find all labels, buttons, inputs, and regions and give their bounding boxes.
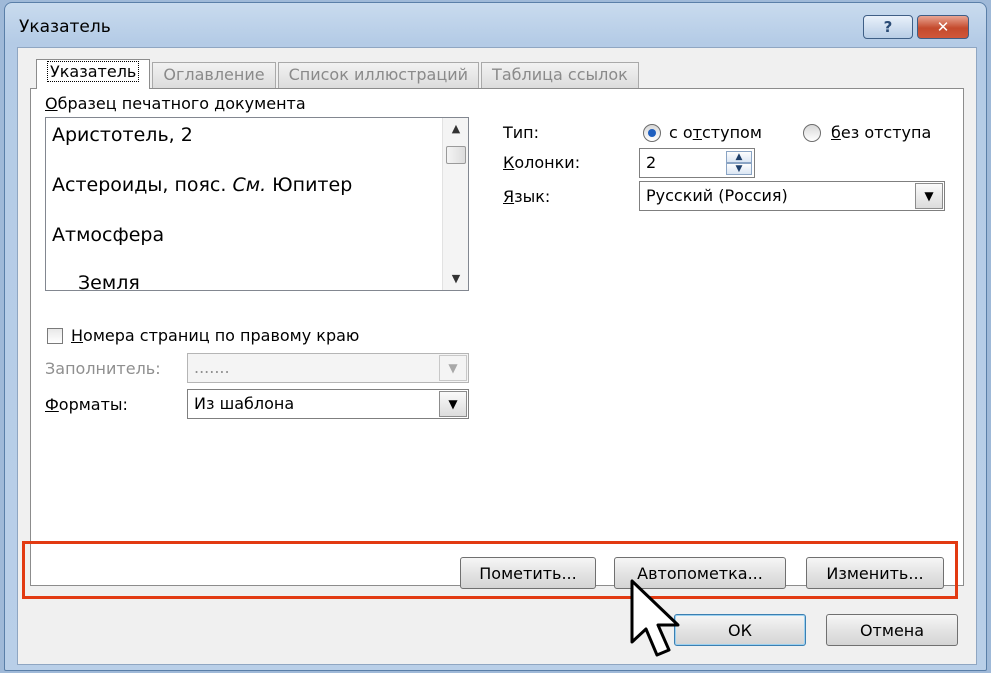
stepper-down-icon[interactable]: ▼ xyxy=(726,163,752,175)
modify-button[interactable]: Изменить... xyxy=(806,557,944,589)
print-preview-label: Образец печатного документа xyxy=(45,94,306,113)
close-icon[interactable]: ✕ xyxy=(917,15,969,39)
language-dropdown[interactable]: Русский (Россия) ▼ xyxy=(639,181,945,211)
mark-entry-button[interactable]: Пометить... xyxy=(460,557,596,589)
right-align-label[interactable]: Номера страниц по правому краю xyxy=(71,326,359,345)
formats-label: Форматы: xyxy=(45,395,128,414)
right-align-checkbox[interactable] xyxy=(47,328,63,344)
formats-dropdown[interactable]: Из шаблона ▼ xyxy=(187,389,469,419)
radio-indented-label[interactable]: с отступом xyxy=(669,123,762,142)
preview-entry: Астероиды, пояс. См. Юпитер xyxy=(52,174,353,196)
cancel-button[interactable]: Отмена xyxy=(826,614,958,646)
columns-label: Колонки: xyxy=(503,153,581,172)
print-preview-box: Аристотель, 2 Астероиды, пояс. См. Юпите… xyxy=(45,117,469,291)
dialog-window: Указатель ? ✕ Указатель Оглавление Списо… xyxy=(4,2,987,671)
index-tab-panel: Образец печатного документа Аристотель, … xyxy=(30,88,964,586)
preview-scrollbar[interactable]: ▲ ▼ xyxy=(442,118,468,290)
tab-table-of-contents[interactable]: Оглавление xyxy=(152,62,276,88)
leader-dropdown[interactable]: ....... ▼ xyxy=(187,353,469,383)
chevron-down-icon[interactable]: ▼ xyxy=(915,183,943,209)
columns-stepper[interactable]: 2 ▲ ▼ xyxy=(639,148,755,178)
columns-value[interactable]: 2 xyxy=(646,153,656,172)
leader-label: Заполнитель: xyxy=(45,359,161,378)
chevron-down-icon[interactable]: ▼ xyxy=(439,355,467,381)
dialog-client-area: Указатель Оглавление Список иллюстраций … xyxy=(17,47,977,665)
tab-index[interactable]: Указатель xyxy=(36,59,151,89)
mouse-pointer-icon xyxy=(630,579,680,657)
window-title: Указатель xyxy=(19,17,111,37)
preview-entry: Атмосфера xyxy=(52,224,165,246)
tab-table-of-figures[interactable]: Список иллюстраций xyxy=(277,62,480,88)
language-label: Язык: xyxy=(503,187,551,206)
formats-value: Из шаблона xyxy=(194,394,295,413)
language-value: Русский (Россия) xyxy=(646,186,788,205)
type-label: Тип: xyxy=(503,123,540,142)
scroll-thumb[interactable] xyxy=(446,146,466,164)
radio-run-in[interactable] xyxy=(803,124,821,142)
scroll-down-icon[interactable]: ▼ xyxy=(443,268,468,290)
radio-run-in-label[interactable]: без отступа xyxy=(831,123,931,142)
preview-subentry: Земля xyxy=(78,272,140,291)
stepper-up-icon[interactable]: ▲ xyxy=(726,151,752,163)
ok-button[interactable]: ОК xyxy=(674,614,806,646)
leader-value: ....... xyxy=(194,358,230,377)
tab-strip: Указатель Оглавление Список иллюстраций … xyxy=(36,59,641,89)
radio-indented[interactable] xyxy=(643,124,661,142)
tab-table-of-authorities[interactable]: Таблица ссылок xyxy=(481,62,639,88)
scroll-up-icon[interactable]: ▲ xyxy=(443,118,468,140)
help-icon[interactable]: ? xyxy=(863,15,913,39)
preview-entry: Аристотель, 2 xyxy=(52,124,193,146)
chevron-down-icon[interactable]: ▼ xyxy=(439,391,467,417)
